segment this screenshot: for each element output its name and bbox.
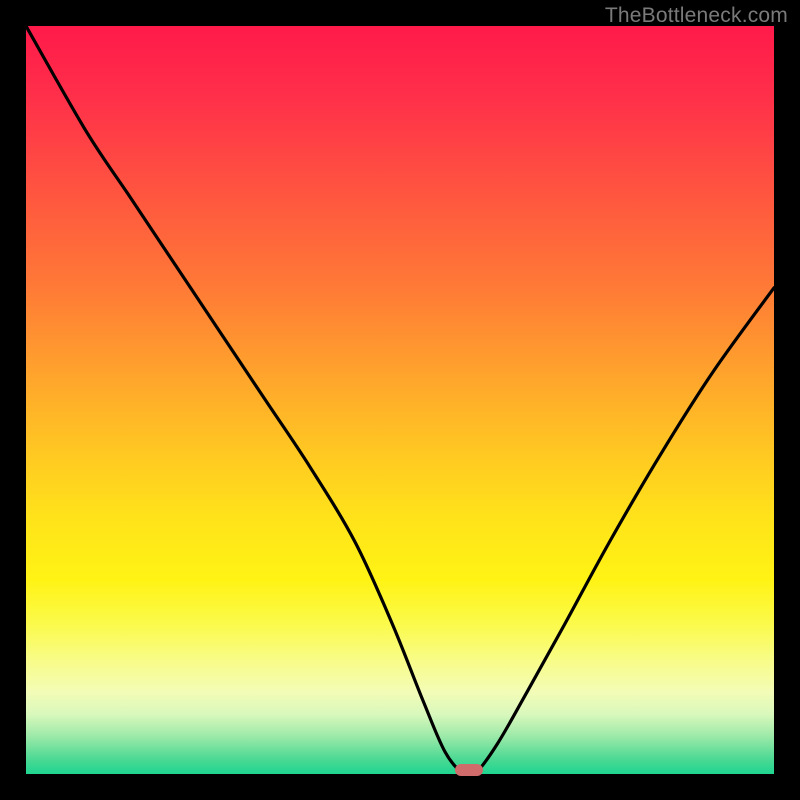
bottleneck-curve (26, 26, 774, 774)
plot-area (26, 26, 774, 774)
chart-frame: TheBottleneck.com (0, 0, 800, 800)
watermark-text: TheBottleneck.com (605, 4, 788, 28)
min-marker (455, 764, 483, 776)
